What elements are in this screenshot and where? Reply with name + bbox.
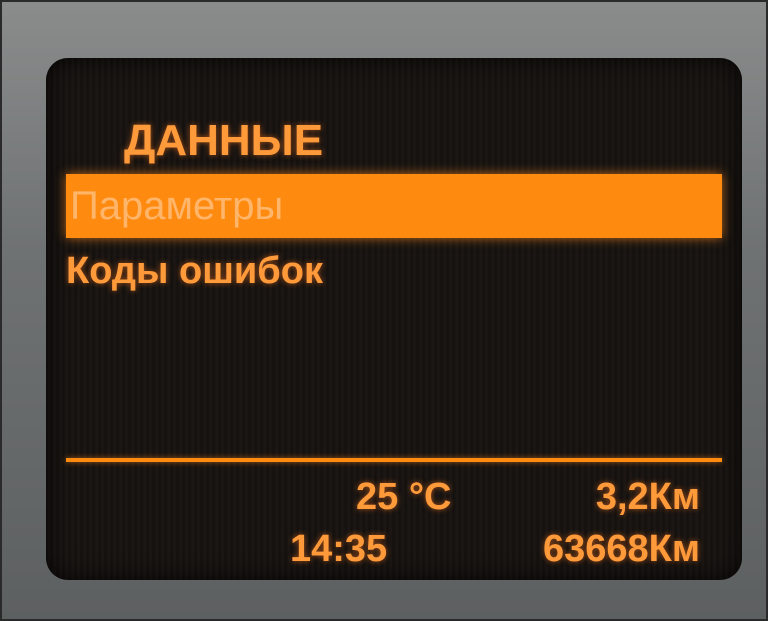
trip-distance: 3,2Км [595, 476, 700, 518]
menu-item-error-codes[interactable]: Коды ошибок [66, 250, 323, 293]
outside-temperature: 25 °C [356, 476, 452, 518]
display-screen: ДАННЫЕ Параметры Коды ошибок 25 °C 3,2Км… [46, 58, 742, 580]
clock: 14:35 [290, 528, 388, 570]
odometer: 63668Км [543, 528, 700, 570]
menu-item-parameters[interactable]: Параметры [66, 174, 722, 238]
display-bezel: ДАННЫЕ Параметры Коды ошибок 25 °C 3,2Км… [0, 0, 768, 621]
status-divider [66, 458, 722, 462]
menu-item-label: Параметры [70, 184, 284, 228]
menu-title: ДАННЫЕ [124, 116, 324, 165]
